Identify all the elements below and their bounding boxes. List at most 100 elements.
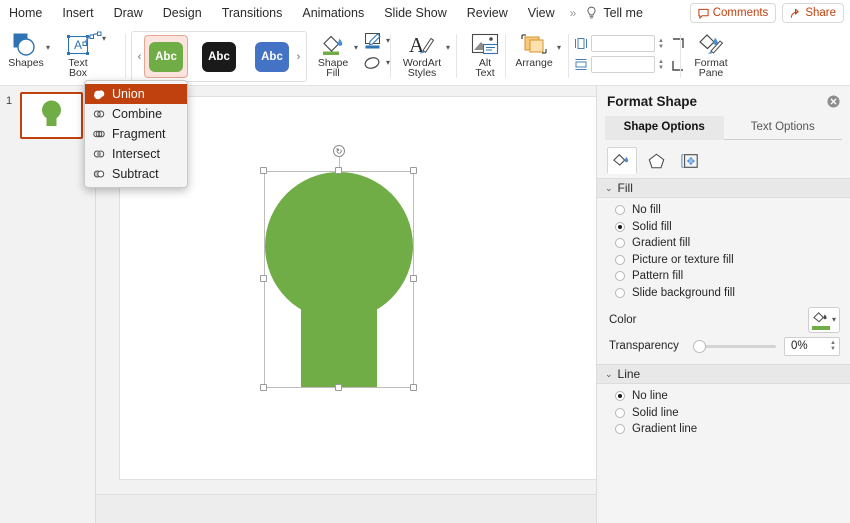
gallery-items: Abc Abc Abc (144, 35, 294, 78)
style-swatch-black[interactable]: Abc (197, 35, 241, 78)
menu-item-transitions[interactable]: Transitions (212, 0, 293, 26)
radio-gradient-line[interactable]: Gradient line (615, 421, 850, 438)
resize-handle-bottom-right[interactable] (410, 384, 417, 391)
menu-option-combine[interactable]: Combine (85, 104, 187, 124)
transparency-slider-knob[interactable] (693, 339, 706, 353)
wordart-styles-button[interactable]: A WordArt Styles (398, 31, 446, 78)
shape-outline-button[interactable]: ▾ (363, 32, 390, 50)
menu-item-slide-show[interactable]: Slide Show (374, 0, 457, 26)
status-bar (96, 494, 596, 523)
shape-width-stepper[interactable]: ▲ ▼ (658, 59, 664, 71)
tell-me-button[interactable]: Tell me (581, 0, 643, 26)
menu-item-design[interactable]: Design (153, 0, 212, 26)
shape-fill-caret-icon[interactable]: ▾ (354, 31, 358, 52)
shape-height-stepper[interactable]: ▲ ▼ (658, 38, 664, 50)
fill-color-caret-icon[interactable]: ▾ (832, 316, 836, 324)
alt-text-button[interactable]: Alt Text (463, 31, 507, 78)
style-swatch-green[interactable]: Abc (144, 35, 188, 78)
radio-solid-line[interactable]: Solid line (615, 405, 850, 422)
edit-points-caret-icon[interactable]: ▾ (102, 35, 106, 43)
format-shape-pane: Format Shape Shape Options Text Options (596, 86, 850, 523)
format-pane-icon-tabs (597, 140, 850, 174)
tab-size-and-properties[interactable] (675, 147, 705, 174)
shape-height-row: ▲ ▼ (574, 35, 687, 52)
fill-transparency-row: Transparency 0% ▲ ▼ (597, 333, 850, 359)
format-pane-button[interactable]: Format Pane (688, 31, 734, 78)
menu-item-insert[interactable]: Insert (52, 0, 103, 26)
tab-text-options[interactable]: Text Options (723, 116, 842, 140)
selected-shape-container[interactable]: ↻ (260, 145, 417, 391)
merge-shapes-dropdown-menu[interactable]: Union Combine Fragment Intersect Subtrac… (84, 80, 188, 188)
tab-fill-and-line[interactable] (607, 147, 637, 174)
radio-no-fill[interactable]: No fill (615, 202, 850, 219)
shape-styles-gallery[interactable]: ‹ Abc Abc Abc › (131, 31, 307, 82)
shapes-button[interactable]: Shapes (4, 31, 48, 69)
menu-option-intersect[interactable]: Intersect (85, 144, 187, 164)
slide-thumbnail-1[interactable] (20, 92, 83, 139)
resize-handle-top-right[interactable] (410, 167, 417, 174)
menu-option-subtract-label: Subtract (112, 167, 159, 181)
tab-effects[interactable] (641, 147, 671, 174)
menu-option-intersect-label: Intersect (112, 147, 160, 161)
ribbon-divider-2 (390, 34, 391, 78)
style-swatch-blue[interactable]: Abc (250, 35, 294, 78)
share-button[interactable]: Share (782, 3, 844, 23)
resize-handle-top-left[interactable] (260, 167, 267, 174)
comments-button[interactable]: Comments (689, 3, 777, 23)
menu-item-review[interactable]: Review (457, 0, 518, 26)
radio-slide-background-fill[interactable]: Slide background fill (615, 285, 850, 302)
crop-bottom-left-icon (672, 60, 683, 71)
arrange-caret-icon[interactable]: ▾ (557, 31, 561, 52)
style-swatch-black-label: Abc (202, 41, 236, 72)
resize-handle-middle-left[interactable] (260, 275, 267, 282)
ribbon-group-wordart: A WordArt Styles ▾ (398, 26, 450, 86)
shape-height-input[interactable] (591, 35, 655, 52)
fill-section-header[interactable]: ⌄ Fill (597, 178, 850, 198)
share-arrow-icon (791, 8, 800, 18)
menu-item-animations[interactable]: Animations (292, 0, 374, 26)
fill-color-swatch (811, 310, 830, 330)
size-layout-icon (681, 153, 698, 168)
shape-fill-button[interactable]: Shape Fill (312, 31, 354, 78)
menu-option-fragment[interactable]: Fragment (85, 124, 187, 144)
menu-item-home[interactable]: Home (0, 0, 52, 26)
transparency-slider[interactable] (693, 339, 776, 353)
edit-points-icon (82, 31, 102, 46)
wordart-caret-icon[interactable]: ▾ (446, 31, 450, 52)
shape-effects-icon (364, 57, 380, 69)
shape-width-input[interactable] (591, 56, 655, 73)
shapes-dropdown-caret-icon[interactable]: ▾ (46, 31, 50, 52)
radio-gradient-fill[interactable]: Gradient fill (615, 235, 850, 252)
radio-picture-fill-indicator (615, 254, 625, 265)
menu-option-union[interactable]: Union (85, 84, 187, 104)
alt-text-icon (470, 31, 500, 58)
radio-picture-fill[interactable]: Picture or texture fill (615, 252, 850, 269)
rotation-handle[interactable]: ↻ (333, 145, 345, 157)
menu-item-draw[interactable]: Draw (104, 0, 153, 26)
resize-handle-top-center[interactable] (335, 167, 342, 174)
menu-option-subtract[interactable]: Subtract (85, 164, 187, 184)
menu-overflow-icon[interactable]: » (565, 6, 582, 20)
gallery-prev-icon[interactable]: ‹ (135, 51, 144, 63)
shape-outline-pen-icon (365, 33, 381, 49)
arrange-button[interactable]: Arrange (511, 31, 557, 69)
transparency-stepper[interactable]: ▲ ▼ (830, 340, 839, 352)
fill-color-picker-button[interactable]: ▾ (807, 307, 840, 333)
radio-solid-fill[interactable]: Solid fill (615, 219, 850, 236)
gallery-next-icon[interactable]: › (294, 51, 303, 63)
edit-points-button[interactable]: ▾ (82, 30, 106, 48)
ribbon-divider-6 (680, 34, 681, 78)
close-icon[interactable] (827, 94, 840, 108)
menu-item-view[interactable]: View (518, 0, 565, 26)
resize-handle-middle-right[interactable] (410, 275, 417, 282)
resize-handle-bottom-center[interactable] (335, 384, 342, 391)
line-section-header[interactable]: ⌄ Line (597, 364, 850, 384)
radio-pattern-fill[interactable]: Pattern fill (615, 268, 850, 285)
shape-effects-button[interactable]: ▾ (363, 55, 390, 71)
tab-shape-options[interactable]: Shape Options (605, 116, 724, 140)
transparency-input[interactable]: 0% ▲ ▼ (784, 336, 840, 356)
slide-thumbnail-pane[interactable] (0, 86, 96, 523)
radio-no-line[interactable]: No line (615, 388, 850, 405)
resize-handle-bottom-left[interactable] (260, 384, 267, 391)
tell-me-label: Tell me (603, 6, 643, 20)
